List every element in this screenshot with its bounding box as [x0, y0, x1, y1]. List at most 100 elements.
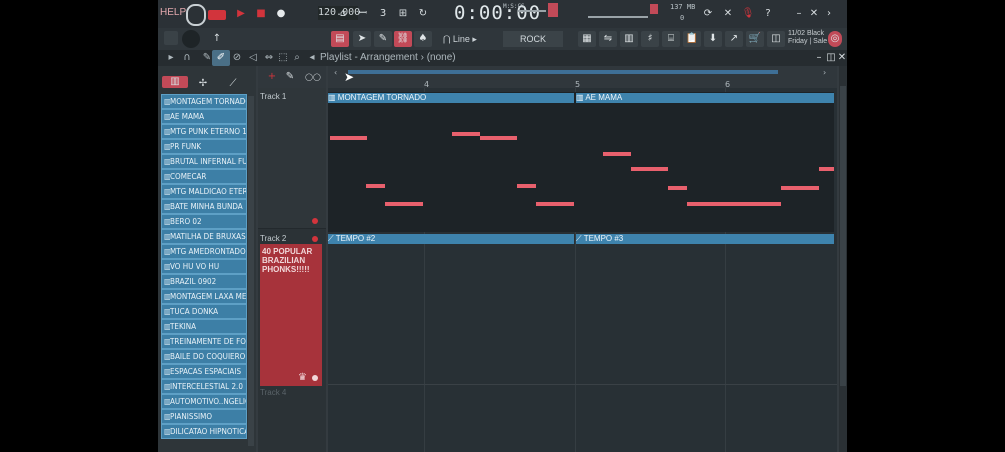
loop-record-icon[interactable]: ↻	[414, 6, 432, 22]
stamp-icon[interactable]: ♠	[414, 31, 432, 47]
scroll-left-icon[interactable]: ‹	[334, 68, 344, 78]
help-icon[interactable]: ?	[759, 6, 777, 22]
metronome-icon[interactable]: ⌂	[334, 6, 352, 22]
pattern-item[interactable]: ▥MATILHA DE BRUXAS	[161, 229, 247, 244]
picker-pattern-icon[interactable]: ▥	[162, 76, 188, 88]
countdown-icon[interactable]: 3	[374, 6, 392, 22]
note[interactable]	[517, 184, 536, 188]
snap-toggle-icon[interactable]: ◯◯	[304, 69, 322, 85]
pattern-item[interactable]: ▥AE MAMA	[161, 109, 247, 124]
pattern-item[interactable]: ▥COMECAR	[161, 169, 247, 184]
pattern-item[interactable]: ▥TEKINA	[161, 319, 247, 334]
cart-icon[interactable]: ◫	[767, 31, 785, 47]
clip-ae-mama[interactable]: ▥ AE MAMA	[576, 93, 834, 103]
minimize-icon[interactable]: –	[793, 6, 805, 22]
note[interactable]	[781, 186, 819, 190]
news-panel[interactable]: 11/02 Black Friday | Sale	[788, 30, 827, 46]
note[interactable]	[603, 152, 631, 156]
pattern-item[interactable]: ▥BERO 02	[161, 214, 247, 229]
pattern-item[interactable]: ▥MTG PUNK ETERNO 1.0	[161, 124, 247, 139]
snap-mode-select[interactable]: ⋂ Line ▸	[443, 31, 498, 47]
pattern-icon[interactable]: ▥	[620, 31, 638, 47]
note[interactable]	[687, 202, 781, 206]
master-volume-knob-icon[interactable]	[186, 4, 206, 26]
wand-icon[interactable]: ↗	[725, 31, 743, 47]
pattern-item[interactable]: ▥TREINAMENTE DE FORCA	[161, 334, 247, 349]
panic-icon[interactable]: ✕	[719, 6, 737, 22]
main-pitch-knob-icon[interactable]	[182, 30, 200, 48]
note[interactable]	[668, 186, 687, 190]
microphone-icon[interactable]: 🎙	[739, 6, 757, 22]
pattern-item[interactable]: ▥BRAZIL 0902	[161, 274, 247, 289]
pattern-item[interactable]: ▥PIANISSIMO	[161, 409, 247, 424]
refresh-icon[interactable]: ⟳	[699, 6, 717, 22]
mixer-icon[interactable]: ⇋	[599, 31, 617, 47]
record-icon[interactable]: ●	[272, 6, 290, 22]
stop-icon[interactable]: ■	[252, 6, 270, 22]
vertical-scroll-thumb[interactable]	[840, 86, 846, 386]
vertical-scrollbar[interactable]	[839, 66, 847, 452]
track-2-mute-icon[interactable]	[312, 236, 318, 242]
window-close-icon[interactable]: ✕	[837, 50, 847, 66]
picker-scrollbar[interactable]	[248, 96, 254, 446]
pattern-item[interactable]: ▥VO HU VO HU	[161, 259, 247, 274]
playlist-grid[interactable]: ▥ MONTAGEM TORNADO ▥ AE MAMA ⟋ TEMPO #2 …	[328, 88, 837, 452]
arrow-up-icon[interactable]: ↑	[208, 31, 226, 47]
piano-roll-icon[interactable]: ➤	[353, 31, 371, 47]
horizontal-scrollbar[interactable]	[348, 70, 778, 74]
note[interactable]	[536, 202, 574, 206]
shop-icon[interactable]: 🛒	[746, 31, 764, 47]
pattern-item[interactable]: ▥BAILE DO COQUIERO 5	[161, 349, 247, 364]
play-icon[interactable]: ▶	[232, 6, 250, 22]
master-pitch-slider[interactable]	[518, 10, 546, 12]
pattern-item[interactable]: ▥MTG MALDICAO ETERNA	[161, 184, 247, 199]
scroll-right-icon[interactable]: ›	[823, 68, 833, 78]
channel-rack-icon[interactable]: ▦	[578, 31, 596, 47]
pattern-item[interactable]: ▥AUTOMOTIVO..NGELICAL 4	[161, 394, 247, 409]
add-track-icon[interactable]: +	[266, 69, 278, 85]
pattern-item[interactable]: ▥PR FUNK	[161, 139, 247, 154]
plugin-icon[interactable]: ⬇	[704, 31, 722, 47]
online-icon[interactable]: ◎	[828, 31, 842, 47]
master-volume-slider[interactable]	[588, 16, 648, 18]
clipboard-icon[interactable]: 📋	[683, 31, 701, 47]
note[interactable]	[631, 167, 668, 171]
snap-icon[interactable]	[164, 31, 178, 45]
pattern-item[interactable]: ▥DILICATAO HIPNOTICA 5	[161, 424, 247, 439]
pattern-item[interactable]: ▥TUCA DONKA	[161, 304, 247, 319]
clip-tempo-2[interactable]: ⟋ TEMPO #2	[328, 234, 574, 244]
note[interactable]	[819, 167, 834, 171]
note[interactable]	[330, 136, 367, 140]
window-restore-icon[interactable]: ◫	[825, 50, 837, 66]
track-1-header[interactable]: Track 1	[258, 88, 326, 229]
pattern-item[interactable]: ▥MTG AMEDRONTADORA	[161, 244, 247, 259]
picker-automation-icon[interactable]: ⟋	[224, 76, 242, 92]
speaker-icon[interactable]: ◂	[303, 50, 321, 66]
note[interactable]	[480, 136, 517, 140]
pattern-song-toggle[interactable]	[208, 10, 226, 20]
wait-input-icon[interactable]: ꟷ	[354, 6, 372, 22]
timeline-ruler[interactable]: ‹ › 4 5 6	[328, 66, 837, 89]
playlist-icon[interactable]: ▤	[331, 31, 349, 47]
track-1-mute-icon[interactable]	[312, 218, 318, 224]
blend-notes-icon[interactable]: ⊞	[394, 6, 412, 22]
pattern-item[interactable]: ▥MONTAGEM LAXA MENTE	[161, 289, 247, 304]
help-menu[interactable]: HELP	[160, 7, 186, 18]
close-icon[interactable]: ✕	[808, 6, 820, 22]
arrow-right-icon[interactable]: ›	[823, 6, 835, 22]
link-icon[interactable]: ⛓	[394, 31, 412, 47]
note[interactable]	[366, 184, 385, 188]
pattern-item[interactable]: ▥MONTAGEM TORNADO	[161, 94, 247, 109]
song-name-select[interactable]: ROCK T..RETA	[503, 31, 563, 60]
picker-audio-icon[interactable]: ✢	[194, 76, 212, 92]
pattern-item[interactable]: ▥ESPACAS ESPACIAIS	[161, 364, 247, 379]
clip-tempo-3[interactable]: ⟋ TEMPO #3	[576, 234, 834, 244]
pattern-item[interactable]: ▥BATE MINHA BUNDA	[161, 199, 247, 214]
note[interactable]	[385, 202, 423, 206]
pattern-item[interactable]: ▥INTERCELESTIAL 2.0	[161, 379, 247, 394]
pitch-handle-icon[interactable]	[548, 3, 558, 17]
browser-icon[interactable]: ⌸	[662, 31, 680, 47]
plugin-picker-icon[interactable]: ♯	[641, 31, 659, 47]
window-minimize-icon[interactable]: –	[813, 50, 825, 66]
brush-icon[interactable]: ✎	[374, 31, 392, 47]
